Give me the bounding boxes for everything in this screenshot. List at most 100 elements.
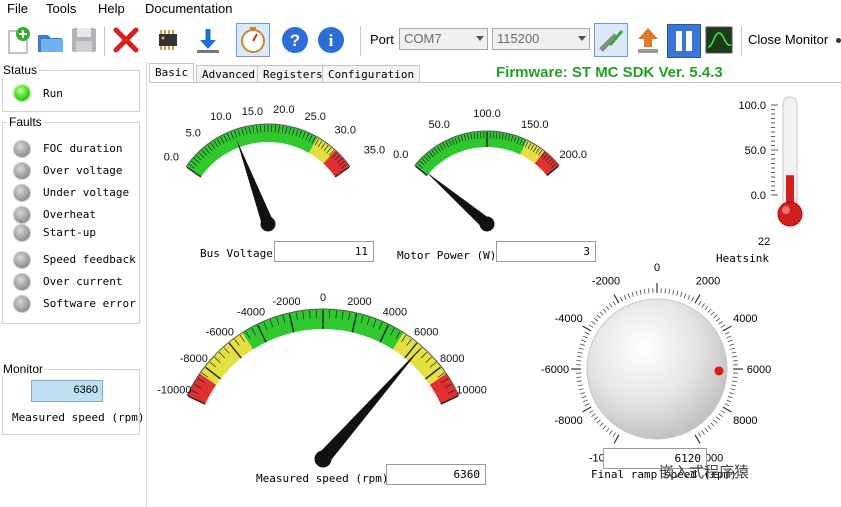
knob-tick-label: 6000 xyxy=(747,364,771,376)
knob-tick xyxy=(577,384,583,387)
knob-tick xyxy=(609,430,613,435)
knob-tick xyxy=(683,293,687,299)
heatsink-tick-label: 50.0 xyxy=(745,145,766,157)
knob-tick xyxy=(582,335,588,339)
knob-tick-label: 2000 xyxy=(696,276,720,288)
knob-tick xyxy=(722,325,732,332)
knob-tick xyxy=(591,321,596,325)
knob-tick xyxy=(588,410,594,414)
bus-voltage-tick-label: 0.0 xyxy=(164,151,179,163)
knob-tick xyxy=(581,395,587,399)
knob-tick xyxy=(701,430,705,435)
knob-tick xyxy=(698,432,702,438)
knob-tick xyxy=(724,331,730,335)
knob-tick-label: 8000 xyxy=(733,415,757,427)
measured-speed-label: Measured speed (rpm) xyxy=(256,472,389,485)
knob-tick xyxy=(581,339,587,343)
knob-tick xyxy=(727,339,733,343)
bus-voltage-readout: 11 xyxy=(274,241,374,262)
knob-tick xyxy=(694,294,701,304)
knob-tick xyxy=(707,425,712,430)
knob-tick xyxy=(718,413,723,417)
knob-tick xyxy=(627,293,631,299)
measured-speed-tick-label: 4000 xyxy=(383,307,407,319)
knob-tick xyxy=(596,419,601,424)
knob-tick-label: -4000 xyxy=(555,313,583,325)
bus-voltage-needle xyxy=(236,139,274,227)
knob-tick xyxy=(730,388,736,391)
heatsink-tick-label: 0.0 xyxy=(751,190,766,202)
measured-speed-tick-label: -10000 xyxy=(157,385,191,397)
knob-tick xyxy=(727,395,733,399)
speed-knob[interactable] xyxy=(586,298,728,440)
knob-indicator-icon xyxy=(714,366,724,376)
knob-tick xyxy=(578,388,584,391)
knob-tick xyxy=(613,294,620,304)
knob-tick xyxy=(718,321,723,325)
knob-tick xyxy=(729,343,735,346)
knob-tick xyxy=(588,324,594,328)
knob-tick xyxy=(584,331,590,335)
motor-power-pivot xyxy=(479,216,495,232)
bus-voltage-tick-label: 30.0 xyxy=(335,125,356,137)
knob-tick xyxy=(664,288,666,294)
knob-tick xyxy=(593,317,599,322)
knob-tick xyxy=(578,347,584,350)
knob-tick xyxy=(732,380,738,383)
motor-power-readout: 3 xyxy=(496,241,596,262)
knob-tick xyxy=(582,325,592,332)
bus-voltage-zone xyxy=(186,124,318,177)
bus-voltage-label: Bus Voltage xyxy=(200,247,273,260)
bus-voltage-tick-label: 35.0 xyxy=(364,144,385,156)
knob-tick xyxy=(599,422,604,427)
motor-power-tick-label: 200.0 xyxy=(559,149,587,161)
motor-power-tick-label: 100.0 xyxy=(473,108,501,120)
knob-tick-label: 4000 xyxy=(733,313,757,325)
knob-tick xyxy=(715,416,721,421)
knob-tick xyxy=(576,376,582,378)
motor-power-tick-label: 50.0 xyxy=(429,119,450,131)
knob-tick xyxy=(720,410,726,414)
measured-speed-needle xyxy=(317,346,423,464)
bus-voltage-tick-label: 15.0 xyxy=(242,106,263,118)
knob-tick xyxy=(704,305,709,311)
knob-tick xyxy=(698,300,702,306)
measured-speed-readout: 6360 xyxy=(386,464,486,485)
knob-tick xyxy=(710,311,715,316)
measured-speed-tick-label: -6000 xyxy=(206,327,234,339)
knob-tick xyxy=(701,303,705,308)
knob-tick xyxy=(602,425,607,430)
bus-voltage-tick-label: 20.0 xyxy=(273,104,294,116)
bus-voltage-tick-label: 25.0 xyxy=(304,111,325,123)
knob-tick xyxy=(593,416,599,421)
knob-tick xyxy=(710,422,715,427)
knob-tick-label: 0 xyxy=(654,262,660,274)
knob-tick xyxy=(602,308,607,313)
knob-tick xyxy=(605,305,610,311)
knob-tick xyxy=(643,288,646,294)
knob-tick xyxy=(732,360,738,362)
knob-tick xyxy=(668,288,671,294)
knob-tick xyxy=(648,288,650,294)
knob-tick xyxy=(582,399,588,403)
knob-tick xyxy=(631,291,634,297)
knob-tick xyxy=(576,360,582,362)
knob-tick xyxy=(591,413,596,417)
thermometer-highlight xyxy=(782,206,790,214)
knob-tick xyxy=(707,308,712,313)
knob-tick xyxy=(724,403,730,407)
knob-tick xyxy=(729,392,735,395)
knob-tick xyxy=(609,303,613,308)
knob-tick xyxy=(732,355,738,358)
measured-speed-tick-label: 10000 xyxy=(456,385,487,397)
knob-tick xyxy=(576,355,582,358)
knob-tick xyxy=(577,351,583,354)
bus-voltage-tick-label: 10.0 xyxy=(210,111,231,123)
knob-tick xyxy=(726,335,732,339)
motor-power-zone xyxy=(414,131,528,176)
bus-voltage-tick-label: 5.0 xyxy=(186,128,201,140)
knob-tick xyxy=(599,311,604,316)
knob-tick xyxy=(605,427,610,433)
knob-tick xyxy=(694,434,701,444)
knob-tick xyxy=(576,380,582,383)
